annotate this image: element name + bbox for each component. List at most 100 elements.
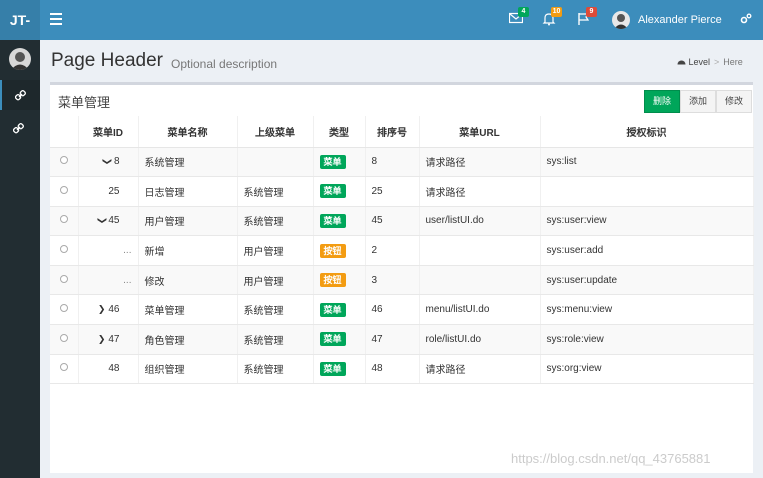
menu-name: 角色管理 — [144, 335, 185, 347]
parent-menu: 系统管理 — [243, 365, 284, 377]
tasks-flag-icon[interactable]: 9 — [577, 7, 597, 28]
row-select-radio[interactable] — [59, 274, 68, 283]
column-header[interactable]: 上级菜单 — [237, 116, 314, 148]
column-header[interactable]: 授权标识 — [540, 116, 754, 148]
sort-number: 8 — [371, 156, 378, 168]
menu-url: user/listUI.do — [425, 215, 484, 227]
menu-url: role/listUI.do — [425, 333, 482, 345]
user-name[interactable]: Alexander Pierce — [638, 14, 722, 26]
menu-url: menu/listUI.do — [425, 304, 490, 316]
row-select-radio[interactable] — [59, 363, 68, 372]
sidebar-item-link-1[interactable] — [0, 80, 40, 110]
notifications-badge: 10 — [551, 7, 562, 17]
expand-chevron-right-icon[interactable]: ❯ — [98, 304, 106, 315]
row-select-radio[interactable] — [59, 304, 68, 313]
menu-name: 修改 — [144, 276, 165, 288]
app-logo[interactable]: JT- — [0, 0, 40, 40]
table-row[interactable]: ❯ 47 角色管理 系统管理 菜单 47 role/listUI.do sys:role:vi… — [50, 324, 754, 355]
expand-chevron-down-icon[interactable]: ❯ — [102, 158, 113, 166]
permission: sys:user:view — [546, 215, 607, 227]
breadcrumb-here: Here — [723, 57, 743, 67]
type-badge: 按钮 — [319, 243, 346, 258]
edit-button[interactable]: 修改 — [716, 90, 753, 113]
type-badge: 菜单 — [319, 154, 346, 169]
permission: sys:menu:view — [546, 304, 613, 316]
row-select-radio[interactable] — [59, 185, 68, 194]
sidebar-item-link-2[interactable] — [0, 113, 40, 143]
menu-id: ... — [123, 274, 132, 286]
row-select-radio[interactable] — [59, 156, 68, 165]
menu-name: 用户管理 — [144, 217, 185, 229]
menu-management-box: 菜单管理 删除 添加 修改 菜单ID 菜单名称 上级菜单 类型 排序号 菜单UR… — [50, 82, 754, 473]
user-avatar[interactable] — [612, 11, 630, 29]
watermark: https://blog.csdn.net/qq_43765881 — [511, 451, 711, 466]
table-row[interactable]: ❯8 系统管理 菜单 8 请求路径 sys:list — [50, 147, 754, 178]
parent-menu: 用户管理 — [243, 247, 284, 259]
parent-menu: 系统管理 — [243, 217, 284, 229]
top-navbar: JT- 4 10 9 Alexander Pierce — [0, 0, 763, 40]
menu-id: 48 — [108, 363, 120, 375]
expand-chevron-down-icon[interactable]: ❯ — [96, 217, 107, 225]
menu-id: 46 — [108, 304, 120, 316]
column-header[interactable]: 类型 — [313, 116, 366, 148]
link-icon — [15, 90, 26, 101]
row-select-radio[interactable] — [59, 333, 68, 342]
table-row[interactable]: ... 修改 用户管理 按钮 3 sys:user:update — [50, 265, 754, 296]
permission: sys:org:view — [546, 363, 602, 375]
table-row[interactable]: 25 日志管理 系统管理 菜单 25 请求路径 — [50, 176, 754, 207]
table-row[interactable]: ❯ 46 菜单管理 系统管理 菜单 46 menu/listUI.do sys:menu:vi… — [50, 294, 754, 326]
menu-url: 请求路径 — [425, 158, 466, 170]
sidebar-toggle-icon[interactable] — [50, 13, 62, 25]
row-select-radio[interactable] — [59, 215, 68, 224]
column-header[interactable]: 菜单ID — [78, 116, 139, 148]
parent-menu: 系统管理 — [243, 187, 284, 199]
link-icon — [13, 123, 24, 134]
breadcrumb: Level > Here — [677, 57, 743, 67]
tasks-badge: 9 — [586, 7, 597, 17]
breadcrumb-level[interactable]: Level — [689, 57, 711, 67]
sidebar-user-avatar — [9, 48, 31, 70]
sort-number: 2 — [371, 245, 378, 257]
permission: sys:role:view — [546, 333, 604, 345]
menu-id: 47 — [108, 333, 120, 345]
type-badge: 菜单 — [319, 361, 346, 376]
parent-menu: 系统管理 — [243, 306, 284, 318]
menu-name: 新增 — [144, 247, 165, 259]
menu-name: 系统管理 — [144, 158, 185, 170]
type-badge: 菜单 — [319, 213, 346, 228]
table-row[interactable]: ... 新增 用户管理 按钮 2 sys:user:add — [50, 235, 754, 266]
menu-name: 日志管理 — [144, 187, 185, 199]
table-header-row: 菜单ID 菜单名称 上级菜单 类型 排序号 菜单URL 授权标识 — [50, 116, 754, 148]
page-title: Page Header — [51, 50, 163, 71]
page-description: Optional description — [171, 57, 278, 71]
box-title: 菜单管理 — [58, 95, 111, 110]
type-badge: 菜单 — [319, 332, 346, 347]
settings-gears-icon[interactable] — [740, 13, 752, 28]
menu-table: 菜单ID 菜单名称 上级菜单 类型 排序号 菜单URL 授权标识 ❯8 系统管理菜… — [50, 116, 754, 385]
type-badge: 菜单 — [319, 184, 346, 199]
sort-number: 3 — [371, 274, 378, 286]
delete-button[interactable]: 删除 — [644, 90, 681, 113]
row-select-radio[interactable] — [59, 245, 68, 254]
column-header[interactable]: 菜单URL — [419, 116, 541, 148]
column-header-select — [50, 116, 79, 148]
column-header[interactable]: 菜单名称 — [138, 116, 238, 148]
column-header[interactable]: 排序号 — [365, 116, 420, 148]
parent-menu: 用户管理 — [243, 276, 284, 288]
menu-id: 45 — [108, 215, 120, 227]
table-row[interactable]: ❯45 用户管理 系统管理 菜单 45 user/listUI.do sys:user:vi… — [50, 206, 754, 237]
sort-number: 48 — [371, 363, 383, 375]
messages-icon[interactable]: 4 — [508, 7, 529, 28]
menu-id: ... — [123, 245, 132, 257]
notifications-icon[interactable]: 10 — [542, 7, 562, 28]
sort-number: 46 — [371, 304, 383, 316]
sort-number: 47 — [371, 333, 383, 345]
add-button[interactable]: 添加 — [680, 90, 717, 113]
sort-number: 45 — [371, 215, 383, 227]
menu-id: 25 — [108, 185, 120, 197]
expand-chevron-right-icon[interactable]: ❯ — [98, 334, 106, 345]
table-row[interactable]: 48 组织管理 系统管理 菜单 48 请求路径 sys:org:view — [50, 354, 754, 385]
menu-id: 8 — [113, 156, 120, 168]
menu-name: 菜单管理 — [144, 306, 185, 318]
parent-menu: 系统管理 — [243, 335, 284, 347]
